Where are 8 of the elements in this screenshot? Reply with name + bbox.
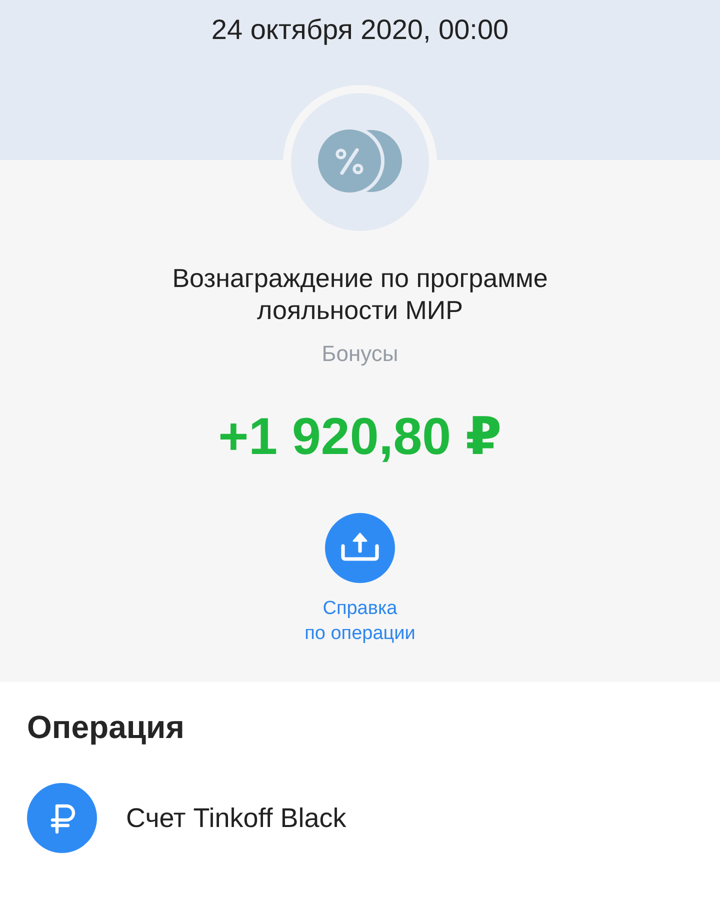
transaction-category: Бонусы [322, 340, 398, 368]
account-name: Счет Tinkoff Black [126, 802, 346, 834]
statement-button[interactable]: Справка по операции [304, 513, 416, 646]
upload-icon [325, 513, 395, 583]
transaction-date: 24 октября 2020, 00:00 [211, 13, 509, 47]
transaction-amount: +1 920,80 ₽ [218, 407, 502, 467]
transaction-title: Вознаграждение по программе лояльности МИР [171, 262, 549, 326]
section-heading: Операция [27, 708, 184, 746]
